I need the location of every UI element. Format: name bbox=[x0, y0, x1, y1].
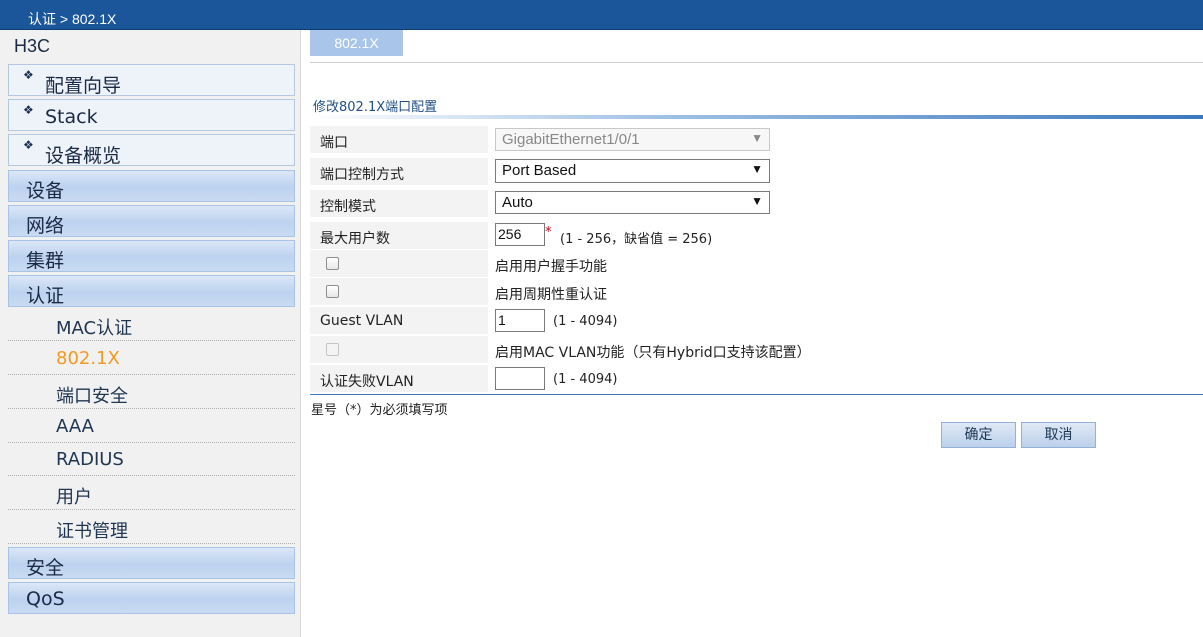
sidebar-item-label: 802.1X bbox=[56, 348, 120, 369]
section-title: 修改802.1X端口配置 bbox=[313, 100, 438, 115]
nav-category-label: 网络 bbox=[26, 215, 65, 237]
nav-item-config-wizard[interactable]: ❖ 配置向导 bbox=[8, 64, 295, 97]
nav-category-label: 集群 bbox=[26, 250, 65, 272]
periodic-reauth-label: 启用周期性重认证 bbox=[495, 287, 607, 303]
chevron-down-icon: ▼ bbox=[751, 131, 763, 145]
sidebar-item-label: 用户 bbox=[56, 487, 92, 508]
top-header-bar: 认证 > 802.1X bbox=[0, 0, 1203, 30]
form-row-port: 端口 GigabitEthernet1/0/1 ▼ bbox=[310, 126, 1203, 153]
handshake-label: 启用用户握手功能 bbox=[495, 259, 607, 275]
tab-8021x[interactable]: 802.1X bbox=[310, 30, 403, 56]
max-users-label: 最大用户数 bbox=[320, 231, 390, 247]
form-row-auth-fail-vlan: 认证失败VLAN (1 - 4094) bbox=[310, 365, 1203, 392]
port-control-select-value: Port Based bbox=[502, 162, 577, 179]
diamond-bullet-icon: ❖ bbox=[23, 103, 34, 117]
sidebar-nav: H3C ❖ 配置向导 ❖ Stack ❖ 设备概览 设备 网络 集群 认证 MA… bbox=[0, 30, 301, 637]
guest-vlan-hint: (1 - 4094) bbox=[553, 314, 618, 329]
diamond-bullet-icon: ❖ bbox=[23, 68, 34, 82]
tab-divider bbox=[310, 62, 1203, 63]
sidebar-item-label: RADIUS bbox=[56, 449, 124, 470]
sidebar-item-port-security[interactable]: 端口安全 bbox=[8, 375, 295, 409]
nav-category-label: 安全 bbox=[26, 557, 65, 579]
nav-category-cluster[interactable]: 集群 bbox=[8, 240, 295, 272]
nav-item-label: Stack bbox=[45, 106, 98, 128]
form-row-control-mode: 控制模式 Auto ▼ bbox=[310, 190, 1203, 217]
nav-category-label: 认证 bbox=[26, 285, 65, 307]
required-note: 星号（*）为必须填写项 bbox=[311, 403, 448, 418]
control-mode-label: 控制模式 bbox=[320, 199, 376, 215]
mac-vlan-checkbox[interactable] bbox=[326, 343, 339, 356]
guest-vlan-label: Guest VLAN bbox=[320, 313, 404, 329]
control-mode-select-value: Auto bbox=[502, 194, 533, 211]
port-select-value: GigabitEthernet1/0/1 bbox=[502, 131, 640, 148]
sidebar-item-cert-management[interactable]: 证书管理 bbox=[8, 510, 295, 544]
port-select[interactable]: GigabitEthernet1/0/1 ▼ bbox=[495, 128, 770, 151]
sidebar-item-label: AAA bbox=[56, 416, 94, 437]
diamond-bullet-icon: ❖ bbox=[23, 138, 34, 152]
control-mode-select[interactable]: Auto ▼ bbox=[495, 191, 770, 214]
chevron-down-icon: ▼ bbox=[751, 162, 763, 176]
auth-fail-vlan-label: 认证失败VLAN bbox=[320, 374, 414, 390]
chevron-down-icon: ▼ bbox=[751, 194, 763, 208]
nav-item-stack[interactable]: ❖ Stack bbox=[8, 99, 295, 131]
cancel-button[interactable]: 取消 bbox=[1021, 422, 1096, 448]
required-star: * bbox=[545, 225, 552, 240]
auth-fail-vlan-hint: (1 - 4094) bbox=[553, 372, 618, 387]
form-row-periodic-reauth: 启用周期性重认证 bbox=[310, 278, 1203, 305]
brand-logo-text: H3C bbox=[14, 36, 51, 56]
form-row-handshake: 启用用户握手功能 bbox=[310, 250, 1203, 277]
breadcrumb: 认证 > 802.1X bbox=[28, 11, 117, 27]
nav-item-device-overview[interactable]: ❖ 设备概览 bbox=[8, 134, 295, 167]
port-label: 端口 bbox=[320, 135, 348, 151]
handshake-checkbox[interactable] bbox=[326, 257, 339, 270]
sidebar-item-mac-auth[interactable]: MAC认证 bbox=[8, 307, 295, 341]
nav-item-label: 设备概览 bbox=[45, 145, 122, 167]
sidebar-item-aaa[interactable]: AAA bbox=[8, 409, 295, 443]
form-row-port-control: 端口控制方式 Port Based ▼ bbox=[310, 158, 1203, 185]
auth-fail-vlan-input[interactable] bbox=[495, 367, 545, 390]
port-control-label: 端口控制方式 bbox=[320, 167, 404, 183]
nav-category-label: 设备 bbox=[26, 180, 65, 202]
section-underline bbox=[310, 115, 1203, 119]
nav-category-authentication[interactable]: 认证 bbox=[8, 275, 295, 307]
nav-category-qos[interactable]: QoS bbox=[8, 582, 295, 614]
nav-item-label: 配置向导 bbox=[45, 75, 122, 97]
nav-category-network[interactable]: 网络 bbox=[8, 205, 295, 237]
sidebar-item-label: MAC认证 bbox=[56, 318, 133, 339]
periodic-reauth-checkbox[interactable] bbox=[326, 285, 339, 298]
max-users-hint: (1 - 256，缺省值 = 256) bbox=[560, 232, 713, 247]
nav-category-label: QoS bbox=[26, 588, 65, 610]
mac-vlan-label: 启用MAC VLAN功能（只有Hybrid口支持该配置） bbox=[495, 345, 811, 361]
form-bottom-divider bbox=[310, 394, 1203, 395]
sidebar-item-users[interactable]: 用户 bbox=[8, 476, 295, 510]
form-row-guest-vlan: Guest VLAN 1 (1 - 4094) bbox=[310, 307, 1203, 334]
guest-vlan-input[interactable]: 1 bbox=[495, 309, 545, 332]
form-row-mac-vlan: 启用MAC VLAN功能（只有Hybrid口支持该配置） bbox=[310, 336, 1203, 363]
form-row-max-users: 最大用户数 256 * (1 - 256，缺省值 = 256) bbox=[310, 222, 1203, 249]
port-control-select[interactable]: Port Based ▼ bbox=[495, 159, 770, 183]
nav-category-security[interactable]: 安全 bbox=[8, 547, 295, 579]
nav-category-device[interactable]: 设备 bbox=[8, 170, 295, 202]
max-users-input[interactable]: 256 bbox=[495, 223, 545, 246]
sidebar-item-8021x[interactable]: 802.1X bbox=[8, 341, 295, 375]
sidebar-item-label: 端口安全 bbox=[56, 386, 128, 407]
ok-button[interactable]: 确定 bbox=[941, 422, 1016, 448]
sidebar-item-radius[interactable]: RADIUS bbox=[8, 442, 295, 476]
sidebar-item-label: 证书管理 bbox=[56, 521, 128, 542]
